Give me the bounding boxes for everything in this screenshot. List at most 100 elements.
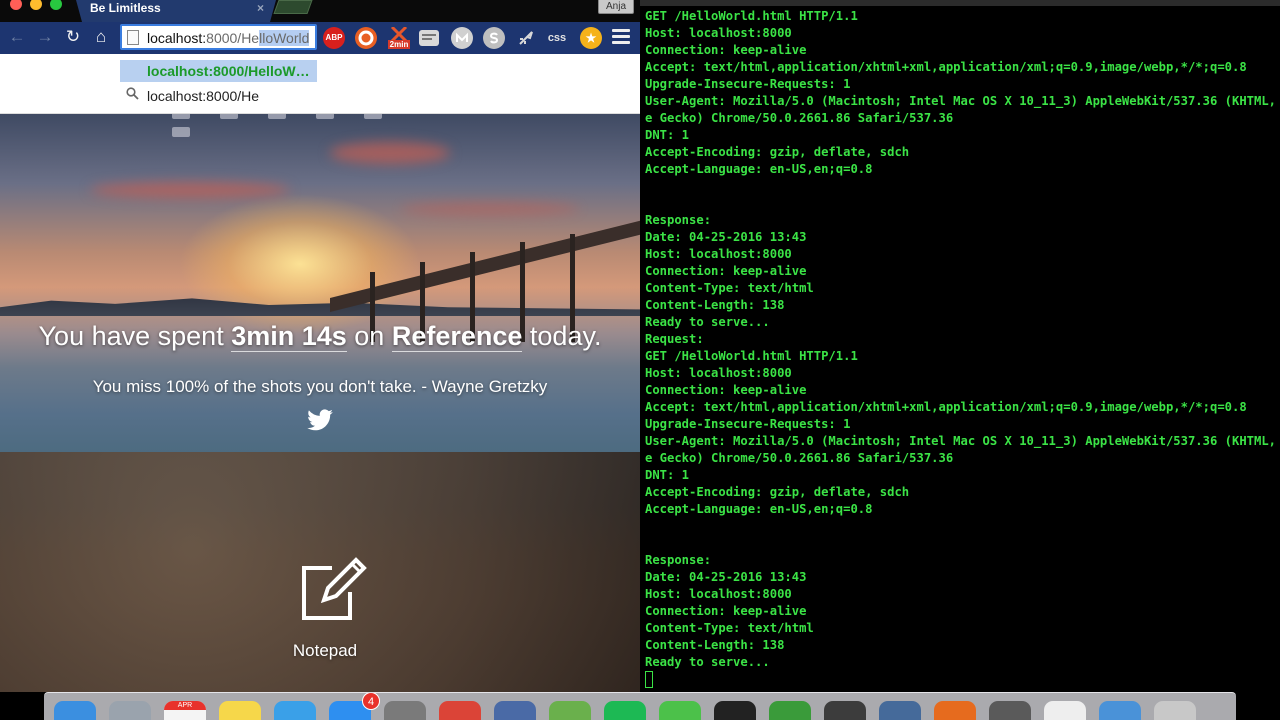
css-extension-icon[interactable]: css xyxy=(546,27,568,49)
terminal-line: Date: 04-25-2016 13:43 xyxy=(645,570,807,584)
dock-app-terminal-icon[interactable] xyxy=(714,701,756,720)
dock-app-sublime-text-icon[interactable] xyxy=(989,701,1031,720)
page-content: You have spent 3min 14s on Reference tod… xyxy=(0,114,640,692)
omnibox-suggestions: localhost:8000/HelloW… localhost:8000/He xyxy=(0,54,640,114)
notification-badge: 4 xyxy=(362,693,380,710)
dock-app-launchpad-icon[interactable] xyxy=(109,701,151,720)
terminal-line: Date: 04-25-2016 13:43 xyxy=(645,230,807,244)
page-top-icons xyxy=(172,114,452,137)
terminal-line: Connection: keep-alive xyxy=(645,604,807,618)
address-bar[interactable]: localhost:8000/HelloWorld xyxy=(120,24,317,50)
terminal-line: Host: localhost:8000 xyxy=(645,247,792,261)
terminal-line: Ready to serve... xyxy=(645,655,770,669)
dock-app-evernote-icon[interactable] xyxy=(769,701,811,720)
back-button[interactable]: ← xyxy=(6,26,28,48)
dock-app-label: APR xyxy=(164,701,206,710)
terminal-line: Host: localhost:8000 xyxy=(645,26,792,40)
zoom-window-button[interactable] xyxy=(50,0,62,10)
time-spent-value[interactable]: 3min 14s xyxy=(231,321,347,352)
lifebuoy-icon[interactable] xyxy=(355,27,377,49)
dock-app-photos-icon[interactable] xyxy=(549,701,591,720)
terminal-line: Accept-Language: en-US,en;q=0.8 xyxy=(645,502,873,516)
notepad-label[interactable]: Notepad xyxy=(265,641,385,661)
message-icon[interactable] xyxy=(419,30,439,46)
tab-be-limitless[interactable]: Be Limitless × xyxy=(76,0,276,22)
new-tab-button[interactable] xyxy=(273,0,313,14)
home-button[interactable]: ⌂ xyxy=(90,26,112,48)
two-min-extension-icon[interactable]: 2min xyxy=(388,25,410,49)
dock-app-calculator-icon[interactable] xyxy=(824,701,866,720)
skype-icon[interactable] xyxy=(483,27,505,49)
tab-close-icon[interactable]: × xyxy=(257,0,264,16)
terminal-line: Content-Length: 138 xyxy=(645,298,785,312)
close-window-button[interactable] xyxy=(10,0,22,10)
suggestion-item[interactable]: localhost:8000/He xyxy=(120,85,259,107)
terminal-line: e Gecko) Chrome/50.0.2661.86 Safari/537.… xyxy=(645,451,954,465)
terminal-line: Content-Length: 138 xyxy=(645,638,785,652)
menu-icon[interactable] xyxy=(612,29,630,45)
dock-app-itunes-icon[interactable] xyxy=(659,701,701,720)
adblock-plus-icon[interactable]: ABP xyxy=(323,27,345,49)
terminal-line: Accept-Encoding: gzip, deflate, sdch xyxy=(645,485,910,499)
terminal-line: Upgrade-Insecure-Requests: 1 xyxy=(645,417,851,431)
dock-app-calendar-icon[interactable]: APR xyxy=(164,701,206,720)
terminal-line: Accept-Language: en-US,en;q=0.8 xyxy=(645,162,873,176)
tab-strip: Be Limitless × Anja xyxy=(0,0,640,22)
terminal-line: Connection: keep-alive xyxy=(645,264,807,278)
terminal-line: Response: xyxy=(645,213,712,227)
browser-window: Be Limitless × Anja ← → ↻ ⌂ localhost:80… xyxy=(0,0,640,692)
suggestion-item[interactable]: localhost:8000/HelloW… xyxy=(120,60,317,82)
dock-app-spotify-icon[interactable] xyxy=(604,701,646,720)
terminal-line: User-Agent: Mozilla/5.0 (Macintosh; Inte… xyxy=(645,94,1277,108)
dock-app-finder-icon[interactable] xyxy=(54,701,96,720)
page-icon xyxy=(127,30,139,45)
terminal-window[interactable]: GET /HelloWorld.html HTTP/1.1 Host: local… xyxy=(640,0,1280,692)
time-spent-headline: You have spent 3min 14s on Reference tod… xyxy=(38,321,602,352)
dock-app-system-preferences-icon[interactable] xyxy=(384,701,426,720)
dock-app-notes-icon[interactable] xyxy=(219,701,261,720)
cloud xyxy=(400,202,580,216)
search-icon xyxy=(126,85,139,107)
terminal-line: GET /HelloWorld.html HTTP/1.1 xyxy=(645,349,858,363)
terminal-line: Request: xyxy=(645,332,704,346)
dock-app-quicktime-icon[interactable] xyxy=(879,701,921,720)
dock-app-safari-icon[interactable] xyxy=(274,701,316,720)
reload-button[interactable]: ↻ xyxy=(62,26,84,48)
browser-toolbar: ← → ↻ ⌂ localhost:8000/HelloWorld ABP 2m… xyxy=(0,22,640,54)
terminal-line: Accept: text/html,application/xhtml+xml,… xyxy=(645,60,1247,74)
terminal-line: User-Agent: Mozilla/5.0 (Macintosh; Inte… xyxy=(645,434,1277,448)
m-extension-icon[interactable] xyxy=(451,27,473,49)
dock: APR 4 xyxy=(44,692,1236,720)
dock-app-firefox-icon[interactable] xyxy=(934,701,976,720)
terminal-line: DNT: 1 xyxy=(645,128,690,142)
tab-title: Be Limitless xyxy=(90,1,161,15)
address-text: localhost:8000/HelloWorld xyxy=(147,30,310,46)
notepad-icon[interactable] xyxy=(298,554,370,626)
terminal-line: Accept-Encoding: gzip, deflate, sdch xyxy=(645,145,910,159)
twitter-icon[interactable] xyxy=(306,406,334,434)
dock-app-simplenote-icon[interactable] xyxy=(494,701,536,720)
dock-app-chrome-icon[interactable] xyxy=(439,701,481,720)
star-icon[interactable]: ★ xyxy=(580,27,602,49)
dock-app-trash-icon[interactable] xyxy=(1154,701,1196,720)
dock-app-xcode-icon[interactable] xyxy=(1099,701,1141,720)
terminal-line: Connection: keep-alive xyxy=(645,43,807,57)
minimize-window-button[interactable] xyxy=(30,0,42,10)
forward-button[interactable]: → xyxy=(34,26,56,48)
terminal-line: Ready to serve... xyxy=(645,315,770,329)
dock-app-document-icon[interactable] xyxy=(1044,701,1086,720)
site-name[interactable]: Reference xyxy=(391,321,523,352)
terminal-line: Upgrade-Insecure-Requests: 1 xyxy=(645,77,851,91)
rocket-icon[interactable] xyxy=(515,27,537,49)
terminal-titlebar xyxy=(640,0,1280,6)
cloud xyxy=(330,142,450,164)
terminal-line: e Gecko) Chrome/50.0.2661.86 Safari/537.… xyxy=(645,111,954,125)
terminal-line: Content-Type: text/html xyxy=(645,281,814,295)
terminal-line: Response: xyxy=(645,553,712,567)
profile-button[interactable]: Anja xyxy=(598,0,634,14)
terminal-line: Host: localhost:8000 xyxy=(645,366,792,380)
